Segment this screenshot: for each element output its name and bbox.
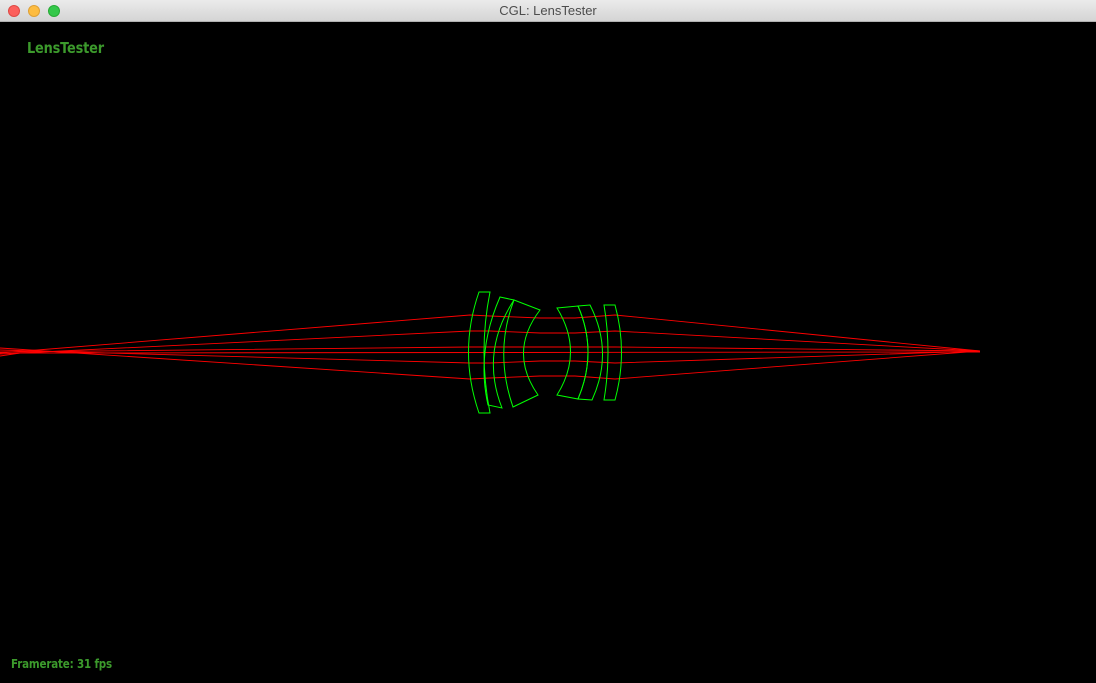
gl-viewport[interactable]: LensTester Framerate: 31 fps	[0, 22, 1096, 683]
title-bar[interactable]: CGL: LensTester	[0, 0, 1096, 22]
lens-element-3	[503, 299, 541, 408]
lens-scene	[0, 291, 981, 414]
ray	[0, 346, 981, 353]
hud-app-name: LensTester	[27, 39, 104, 57]
framerate-readout: Framerate: 31 fps	[11, 657, 112, 671]
app-window: CGL: LensTester LensTester Framerate: 31…	[0, 0, 1096, 683]
window-title: CGL: LensTester	[499, 3, 597, 18]
